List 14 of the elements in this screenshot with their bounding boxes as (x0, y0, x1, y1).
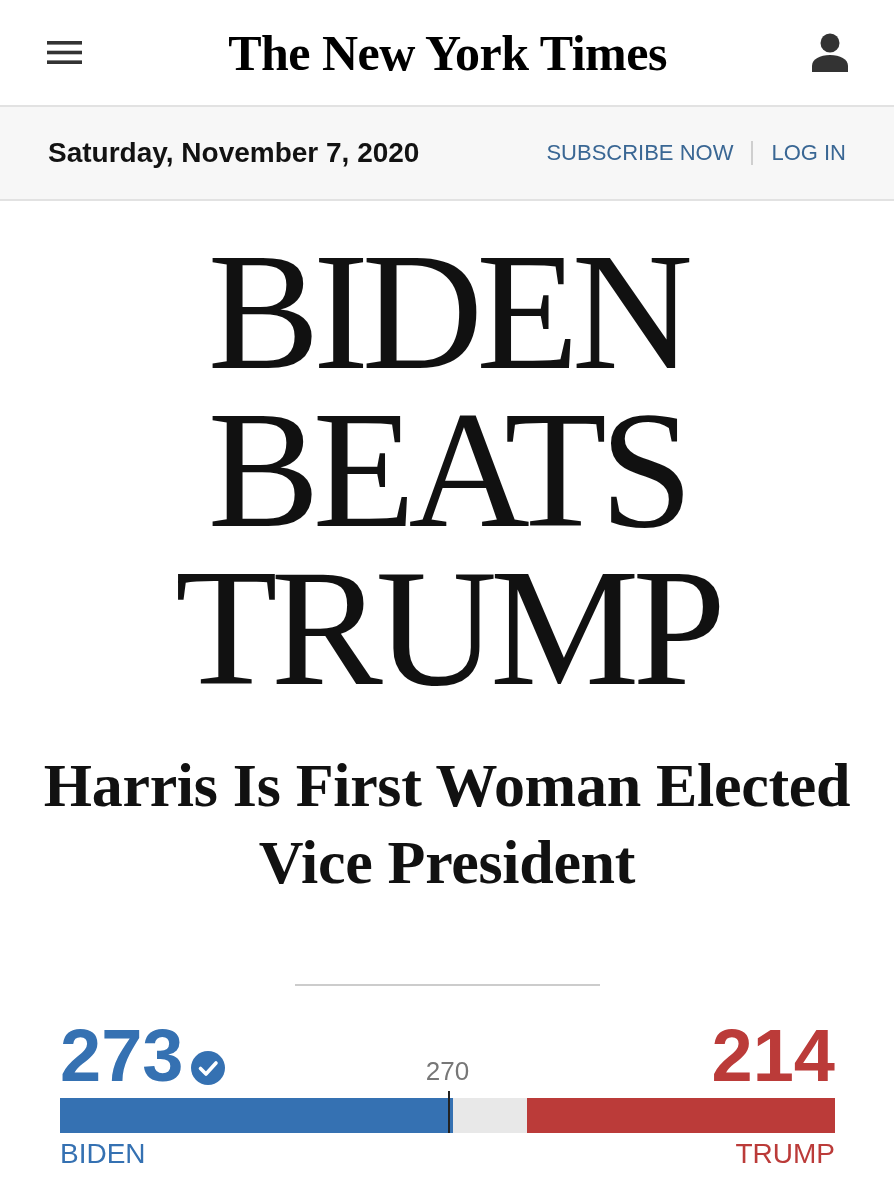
threshold-marker (447, 1091, 450, 1133)
user-icon[interactable] (812, 33, 848, 72)
threshold-label: 270 (425, 1058, 470, 1084)
candidate-name: BIDEN (60, 1138, 146, 1171)
logo[interactable]: The New York Times (228, 27, 667, 78)
header-link[interactable]: SUBSCRIBE NOW (546, 140, 734, 166)
menu-icon[interactable] (47, 41, 82, 64)
electoral-vote-count: 273 (60, 1019, 184, 1093)
date-text: Saturday, November 7, 2020 (48, 137, 420, 169)
header-link[interactable]: LOG IN (771, 140, 846, 166)
electoral-vote-count: 214 (711, 1019, 835, 1093)
subheadline: Harris Is First Woman Elected Vice President (42, 750, 852, 898)
headline: BIDEN BEATS TRUMP (174, 232, 721, 706)
candidate-name: TRUMP (735, 1138, 835, 1171)
